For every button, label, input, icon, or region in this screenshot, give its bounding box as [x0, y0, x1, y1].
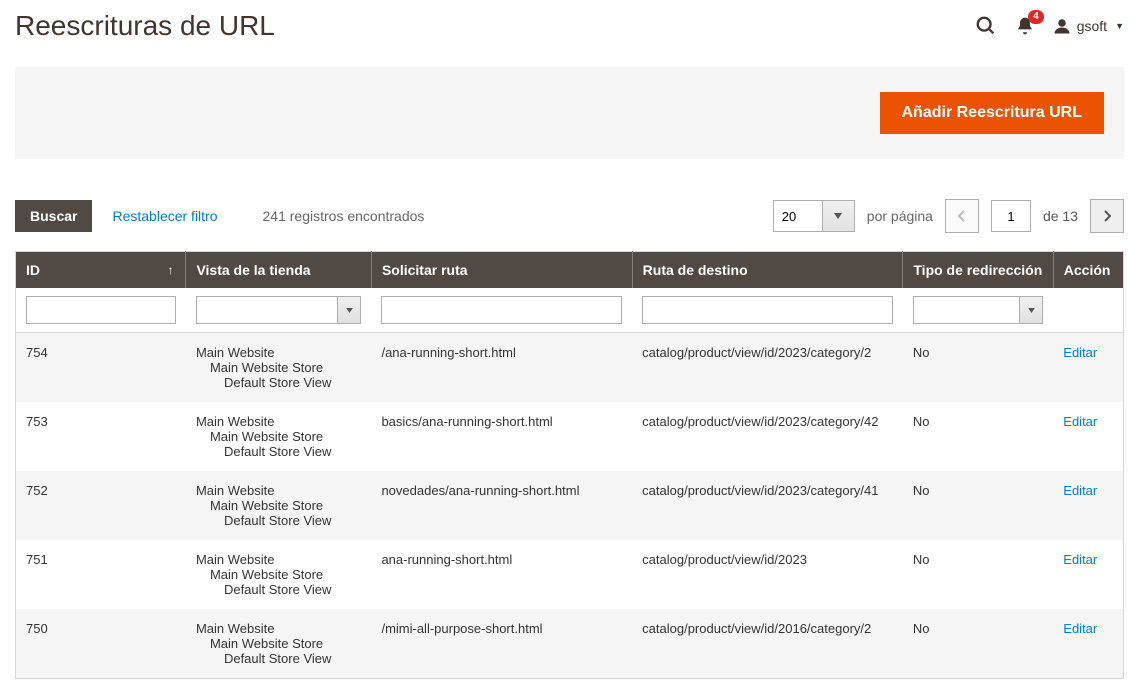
- cell-redirect: No: [903, 471, 1053, 540]
- page-title: Reescrituras de URL: [15, 10, 275, 42]
- chevron-right-icon: [1103, 210, 1111, 222]
- cell-store: Main WebsiteMain Website StoreDefault St…: [186, 471, 372, 540]
- current-page-input[interactable]: [991, 200, 1031, 232]
- action-bar: Añadir Reescritura URL: [15, 67, 1124, 159]
- reset-filter-link[interactable]: Restablecer filtro: [112, 208, 217, 224]
- chevron-left-icon: [958, 210, 966, 222]
- edit-link[interactable]: Editar: [1063, 345, 1097, 360]
- cell-id: 751: [16, 540, 186, 609]
- filter-store-dropdown-button[interactable]: [337, 296, 361, 324]
- total-pages-label: de 13: [1043, 208, 1078, 224]
- user-menu[interactable]: gsoft ▼: [1053, 17, 1124, 35]
- chevron-down-icon: [346, 308, 353, 313]
- filter-target-input[interactable]: [642, 296, 893, 324]
- table-row[interactable]: 751Main WebsiteMain Website StoreDefault…: [16, 540, 1124, 609]
- edit-link[interactable]: Editar: [1063, 483, 1097, 498]
- column-header-id[interactable]: ID ↑: [16, 252, 186, 289]
- cell-target: catalog/product/view/id/2023/category/41: [632, 471, 903, 540]
- filter-redirect-select[interactable]: [913, 296, 1019, 324]
- cell-redirect: No: [903, 402, 1053, 471]
- table-row[interactable]: 753Main WebsiteMain Website StoreDefault…: [16, 402, 1124, 471]
- search-icon[interactable]: [975, 15, 997, 37]
- cell-store: Main WebsiteMain Website StoreDefault St…: [186, 333, 372, 403]
- filter-store-select[interactable]: [196, 296, 338, 324]
- table-row[interactable]: 754Main WebsiteMain Website StoreDefault…: [16, 333, 1124, 403]
- cell-id: 754: [16, 333, 186, 403]
- records-found-label: 241 registros encontrados: [263, 208, 425, 224]
- cell-target: catalog/product/view/id/2016/category/2: [632, 609, 903, 679]
- add-url-rewrite-button[interactable]: Añadir Reescritura URL: [880, 92, 1105, 134]
- search-button[interactable]: Buscar: [15, 200, 92, 232]
- chevron-down-icon: [1028, 308, 1035, 313]
- column-header-request[interactable]: Solicitar ruta: [371, 252, 632, 289]
- filter-id-input[interactable]: [26, 296, 176, 324]
- cell-store: Main WebsiteMain Website StoreDefault St…: [186, 402, 372, 471]
- notification-badge: 4: [1028, 10, 1044, 24]
- cell-redirect: No: [903, 540, 1053, 609]
- filter-row: [16, 288, 1124, 333]
- cell-request: novedades/ana-running-short.html: [371, 471, 632, 540]
- cell-target: catalog/product/view/id/2023/category/42: [632, 402, 903, 471]
- cell-request: basics/ana-running-short.html: [371, 402, 632, 471]
- cell-target: catalog/product/view/id/2023: [632, 540, 903, 609]
- chevron-down-icon: [834, 213, 842, 219]
- edit-link[interactable]: Editar: [1063, 414, 1097, 429]
- cell-id: 752: [16, 471, 186, 540]
- notifications-icon[interactable]: 4: [1015, 16, 1035, 36]
- user-name: gsoft: [1077, 18, 1107, 34]
- edit-link[interactable]: Editar: [1063, 621, 1097, 636]
- cell-id: 753: [16, 402, 186, 471]
- column-header-target[interactable]: Ruta de destino: [632, 252, 903, 289]
- cell-request: /mimi-all-purpose-short.html: [371, 609, 632, 679]
- cell-redirect: No: [903, 333, 1053, 403]
- cell-store: Main WebsiteMain Website StoreDefault St…: [186, 540, 372, 609]
- cell-redirect: No: [903, 609, 1053, 679]
- user-icon: [1053, 17, 1071, 35]
- column-header-action: Acción: [1053, 252, 1123, 289]
- filter-request-input[interactable]: [381, 296, 622, 324]
- cell-target: catalog/product/view/id/2023/category/2: [632, 333, 903, 403]
- prev-page-button[interactable]: [945, 199, 979, 233]
- column-header-store[interactable]: Vista de la tienda: [186, 252, 372, 289]
- cell-request: ana-running-short.html: [371, 540, 632, 609]
- per-page-dropdown-button[interactable]: [823, 200, 855, 232]
- next-page-button[interactable]: [1090, 199, 1124, 233]
- per-page-label: por página: [867, 208, 933, 224]
- cell-id: 750: [16, 609, 186, 679]
- table-row[interactable]: 752Main WebsiteMain Website StoreDefault…: [16, 471, 1124, 540]
- table-row[interactable]: 750Main WebsiteMain Website StoreDefault…: [16, 609, 1124, 679]
- filter-redirect-dropdown-button[interactable]: [1019, 296, 1043, 324]
- sort-ascending-icon: ↑: [167, 263, 173, 277]
- cell-request: /ana-running-short.html: [371, 333, 632, 403]
- cell-store: Main WebsiteMain Website StoreDefault St…: [186, 609, 372, 679]
- per-page-input[interactable]: [773, 200, 823, 232]
- edit-link[interactable]: Editar: [1063, 552, 1097, 567]
- chevron-down-icon: ▼: [1115, 21, 1124, 31]
- column-header-redirect[interactable]: Tipo de redirección: [903, 252, 1053, 289]
